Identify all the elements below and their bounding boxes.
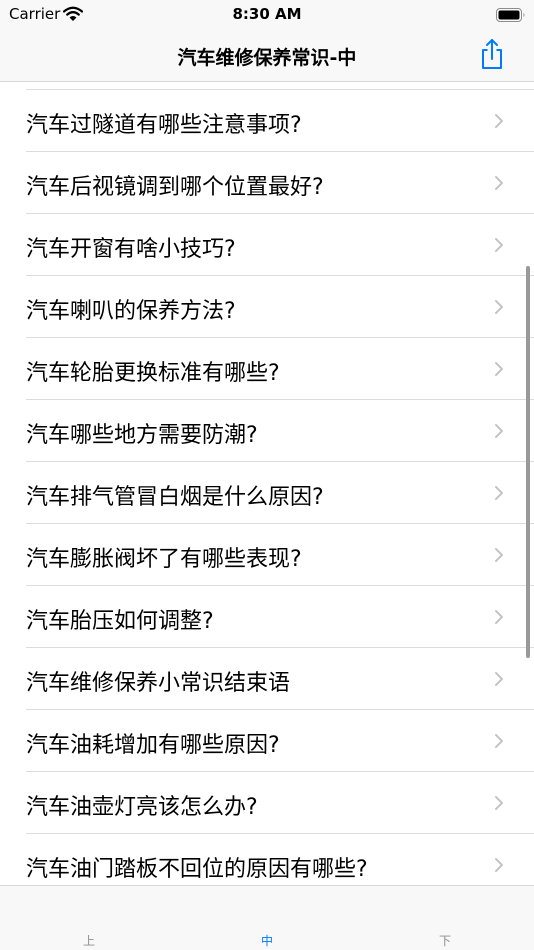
list-item[interactable]: 汽车哪些地方需要防潮?	[0, 400, 534, 462]
topic-list[interactable]: 汽车防滑灯亮了影响车辆吗? 汽车过隧道有哪些注意事项? 汽车后视镜调到哪个位置最好?…	[0, 82, 534, 885]
list-item[interactable]: 汽车胎压如何调整?	[0, 586, 534, 648]
chevron-right-icon	[495, 486, 503, 500]
tab-label: 下	[438, 934, 451, 948]
page-title: 汽车维修保养常识-中	[177, 47, 357, 69]
chevron-right-icon	[495, 672, 503, 686]
list-item-label: 汽车维修保养小常识结束语	[26, 671, 291, 696]
tab-next[interactable]: 下	[356, 886, 534, 950]
list-item-label: 汽车喇叭的保养方法?	[26, 299, 236, 324]
chevron-right-icon	[495, 300, 503, 314]
clock-time: 8:30 AM	[232, 5, 302, 23]
list-item[interactable]: 汽车后视镜调到哪个位置最好?	[0, 152, 534, 214]
list-item[interactable]: 汽车油壶灯亮该怎么办?	[0, 772, 534, 834]
list-item-label: 汽车胎压如何调整?	[26, 609, 214, 634]
list-item[interactable]: 汽车防滑灯亮了影响车辆吗?	[0, 82, 534, 90]
list-item[interactable]: 汽车轮胎更换标准有哪些?	[0, 338, 534, 400]
chevron-right-icon	[495, 362, 503, 376]
chevron-right-icon	[495, 238, 503, 252]
tab-bar: 上 中 下	[0, 885, 534, 950]
tab-previous[interactable]: 上	[0, 886, 178, 950]
list-item-label: 汽车油壶灯亮该怎么办?	[26, 795, 258, 820]
list-item-label: 汽车膨胀阀坏了有哪些表现?	[26, 547, 302, 572]
chevron-right-icon	[495, 548, 503, 562]
chevron-right-icon	[495, 796, 503, 810]
scroll-indicator[interactable]	[526, 266, 530, 658]
list-item-label: 汽车排气管冒白烟是什么原因?	[26, 485, 324, 510]
list-item[interactable]: 汽车开窗有啥小技巧?	[0, 214, 534, 276]
list-item[interactable]: 汽车维修保养小常识结束语	[0, 648, 534, 710]
tab-label: 中	[260, 934, 273, 948]
list-item-label: 汽车哪些地方需要防潮?	[26, 423, 258, 448]
list-item[interactable]: 汽车膨胀阀坏了有哪些表现?	[0, 524, 534, 586]
chevron-right-icon	[495, 114, 503, 128]
share-icon[interactable]	[478, 37, 506, 71]
tab-current[interactable]: 中	[178, 886, 356, 950]
tab-label: 上	[82, 934, 95, 948]
chevron-right-icon	[495, 610, 503, 624]
list-item-label: 汽车后视镜调到哪个位置最好?	[26, 175, 324, 200]
list-item-label: 汽车轮胎更换标准有哪些?	[26, 361, 280, 386]
list-item-label: 汽车开窗有啥小技巧?	[26, 237, 236, 262]
chevron-right-icon	[495, 424, 503, 438]
list-item[interactable]: 汽车喇叭的保养方法?	[0, 276, 534, 338]
chevron-right-icon	[495, 858, 503, 872]
list-item-label: 汽车油门踏板不回位的原因有哪些?	[26, 857, 368, 882]
chevron-right-icon	[495, 734, 503, 748]
list-item[interactable]: 汽车油门踏板不回位的原因有哪些?	[0, 834, 534, 885]
navigation-bar: 汽车维修保养常识-中	[0, 30, 534, 82]
list-item[interactable]: 汽车排气管冒白烟是什么原因?	[0, 462, 534, 524]
list-item-label: 汽车油耗增加有哪些原因?	[26, 733, 280, 758]
battery-icon	[496, 8, 525, 22]
topic-list-content: 汽车防滑灯亮了影响车辆吗? 汽车过隧道有哪些注意事项? 汽车后视镜调到哪个位置最好?…	[0, 82, 534, 885]
list-item[interactable]: 汽车油耗增加有哪些原因?	[0, 710, 534, 772]
list-item[interactable]: 汽车过隧道有哪些注意事项?	[0, 90, 534, 152]
status-bar: Carrier 8:30 AM	[0, 0, 534, 30]
chevron-right-icon	[495, 176, 503, 190]
list-item-label: 汽车过隧道有哪些注意事项?	[26, 113, 302, 138]
